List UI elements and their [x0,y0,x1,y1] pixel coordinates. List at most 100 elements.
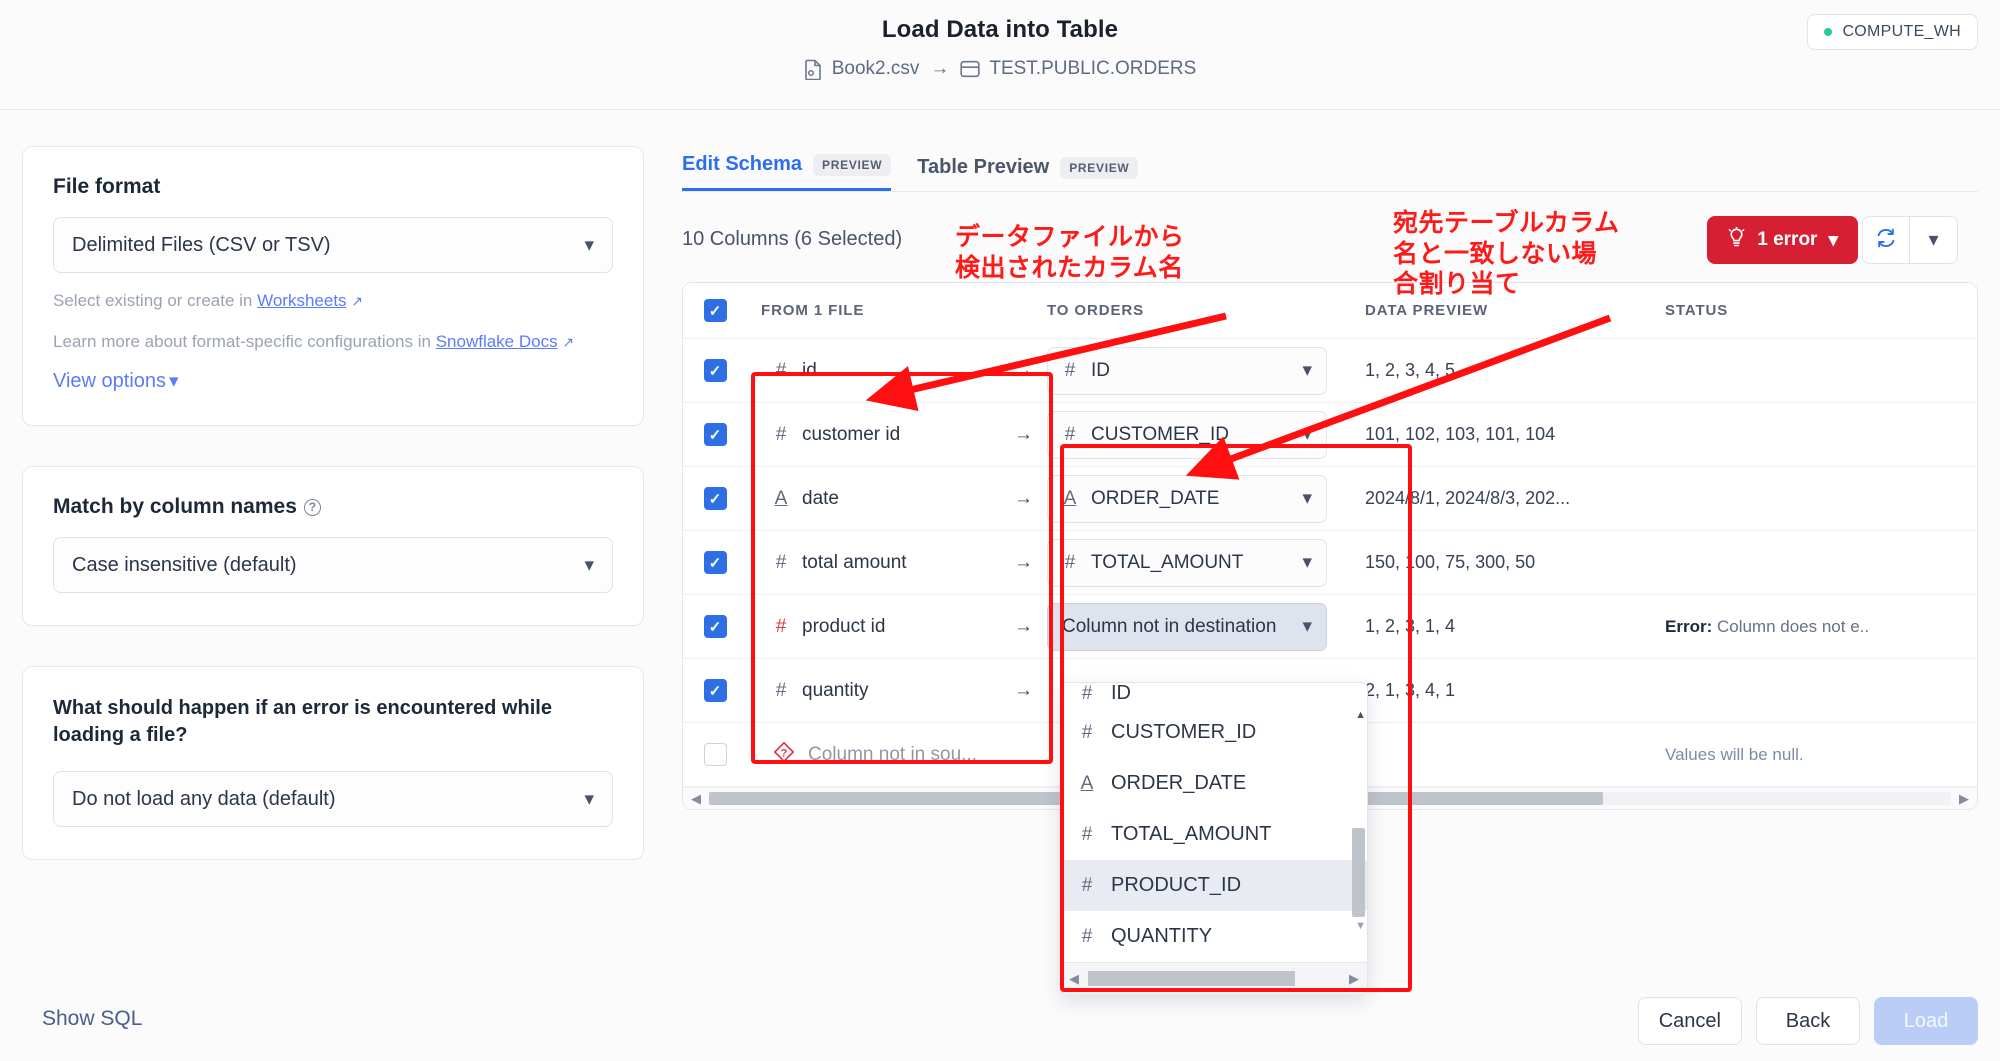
table-row: ✓ # product id → Column not in destinati… [683,595,1977,659]
dropdown-scroll-track[interactable] [1088,971,1340,986]
map-arrow-icon-4: → [1014,615,1033,637]
row-checkbox-6[interactable] [703,743,727,766]
status-6: Values will be null. [1665,744,1804,764]
on-error-select[interactable]: Do not load any data (default) ▾ [53,771,613,828]
dropdown-item-quantity[interactable]: # QUANTITY [1061,911,1367,962]
type-icon-number-dest-1: # [1064,423,1076,445]
table-row: ✓ # total amount → # TOTAL_AMOUNT ▾ 150,… [683,531,1977,595]
type-icon-text-2: A [774,487,788,509]
show-sql-link[interactable]: Show SQL [42,1007,142,1031]
data-preview-1: 101, 102, 103, 101, 104 [1365,424,1556,444]
footer-buttons: Cancel Back Load [1637,997,1978,1045]
help-icon[interactable]: ? [303,498,321,516]
docs-hint: Learn more about format-specific configu… [53,330,613,355]
dropdown-scroll-right-icon[interactable]: ▶ [1349,971,1359,987]
dropdown-item-id[interactable]: # ID [1061,683,1367,707]
row-checkbox-3[interactable]: ✓ [703,551,727,574]
source-column-3[interactable]: # total amount → [761,540,1047,586]
data-preview-4: 1, 2, 3, 1, 4 [1365,616,1456,636]
source-column-1[interactable]: # customer id → [761,412,1047,458]
dropdown-item-label-2: ORDER_DATE [1111,772,1247,794]
dest-column-value-1: CUSTOMER_ID [1091,423,1229,445]
tab-table-preview[interactable]: Table Preview PREVIEW [917,156,1139,191]
dropdown-scroll-thumb[interactable] [1088,971,1295,986]
dest-column-select-3[interactable]: # TOTAL_AMOUNT ▾ [1047,538,1327,587]
dropdown-item-product-id[interactable]: # PRODUCT_ID [1061,860,1367,911]
row-checkbox-1[interactable]: ✓ [703,423,727,446]
cancel-button[interactable]: Cancel [1637,997,1742,1045]
type-icon-number-dd-3: # [1081,823,1093,845]
dest-column-select-1[interactable]: # CUSTOMER_ID ▾ [1047,410,1327,459]
view-options-toggle[interactable]: View options ▾ [53,370,179,393]
dropdown-vertical-scroll-thumb[interactable] [1352,828,1365,917]
source-column-name-1: customer id [802,423,901,445]
snowflake-docs-link[interactable]: Snowflake Docs [436,332,558,351]
load-button[interactable]: Load [1874,997,1978,1045]
data-preview-0: 1, 2, 3, 4, 5 [1365,360,1456,380]
dropdown-item-customer-id[interactable]: # CUSTOMER_ID [1061,707,1367,758]
dest-column-select-4[interactable]: Column not in destination ▾ [1047,602,1327,651]
on-error-value: Do not load any data (default) [72,787,336,810]
settings-sidebar: File format Delimited Files (CSV or TSV)… [22,146,644,900]
status-error-text-4: Column does not e.. [1716,616,1870,636]
select-all-checkbox[interactable]: ✓ [703,299,727,322]
row-check-cell-1: ✓ [683,423,747,446]
source-column-name-4: product id [802,615,886,637]
data-preview-5: 2, 1, 3, 4, 1 [1365,680,1456,700]
dropdown-item-total-amount[interactable]: # TOTAL_AMOUNT [1061,809,1367,860]
chevron-down-icon-more: ▾ [1928,229,1939,251]
dest-column-select-2[interactable]: A ORDER_DATE ▾ [1047,474,1327,523]
dropdown-item-label-5: QUANTITY [1111,925,1213,947]
chevron-down-icon-dest-2: ▾ [1302,488,1312,509]
error-count-button[interactable]: 1 error ▾ [1707,216,1858,264]
warehouse-badge[interactable]: COMPUTE_WH [1807,14,1978,50]
view-options-label: View options [53,370,167,393]
source-column-cell-6: ? Column not in sou... [747,732,1047,778]
source-column-5[interactable]: # quantity → [761,668,1047,714]
dest-column-value-2: ORDER_DATE [1091,487,1220,509]
source-column-4[interactable]: # product id → [761,604,1047,650]
tab-edit-schema[interactable]: Edit Schema PREVIEW [682,153,892,191]
chevron-down-icon-error: ▾ [584,788,594,810]
status-error-label-4: Error: [1665,616,1713,636]
row-checkbox-5[interactable]: ✓ [703,679,727,702]
file-format-select[interactable]: Delimited Files (CSV or TSV) ▾ [53,217,613,273]
more-options-button[interactable]: ▾ [1910,216,1958,264]
header-to-orders: TO ORDERS [1047,302,1145,319]
row-checkbox-0[interactable]: ✓ [703,359,727,382]
dest-column-select-0[interactable]: # ID ▾ [1047,346,1327,395]
table-row: ✓ # customer id → # CUSTOMER_ID ▾ 101, 1… [683,403,1977,467]
source-column-name-3: total amount [802,551,907,573]
chevron-down-icon: ▾ [584,234,594,256]
scroll-right-icon[interactable]: ▶ [1959,791,1969,807]
source-column-0[interactable]: # id → [761,348,1047,394]
type-icon-number-dd-1: # [1081,721,1093,743]
dropdown-vertical-scrollbar[interactable] [1352,707,1365,940]
dest-column-cell-0: # ID ▾ [1047,346,1347,395]
match-by-select[interactable]: Case insensitive (default) ▾ [53,537,613,594]
source-column-cell-5: # quantity → [747,668,1047,714]
source-column-2[interactable]: A date → [761,476,1047,522]
type-icon-number-dest-3: # [1064,551,1076,573]
chevron-down-icon-match: ▾ [584,554,594,576]
dropdown-item-order-date[interactable]: A ORDER_DATE [1061,758,1367,809]
table-row: ✓ # id → # ID ▾ 1, 2, 3, 4, 5 [683,339,1977,403]
match-by-label-text: Match by column names [53,495,297,519]
row-check-cell-3: ✓ [683,551,747,574]
scroll-left-icon[interactable]: ◀ [691,791,701,807]
type-icon-text-dd-2: A [1080,772,1094,794]
dropdown-scroll-left-icon[interactable]: ◀ [1069,971,1079,987]
destination-column-dropdown[interactable]: # ID # CUSTOMER_ID A ORDER_DATE # TOTAL_… [1060,682,1368,995]
map-arrow-icon-2: → [1014,487,1033,509]
row-checkbox-2[interactable]: ✓ [703,487,727,510]
worksheets-link[interactable]: Worksheets [257,291,346,310]
refresh-button[interactable] [1862,216,1910,264]
row-checkbox-4[interactable]: ✓ [703,615,727,638]
table-action-buttons: ▾ [1862,216,1958,264]
page-header: Load Data into Table Book2.csv → TEST.PU… [0,0,2000,110]
dest-column-value-3: TOTAL_AMOUNT [1091,551,1244,573]
match-by-label: Match by column names ? [53,495,613,519]
svg-text:?: ? [781,747,788,759]
back-button[interactable]: Back [1756,997,1860,1045]
dropdown-horizontal-scrollbar[interactable]: ◀ ▶ [1061,962,1367,994]
